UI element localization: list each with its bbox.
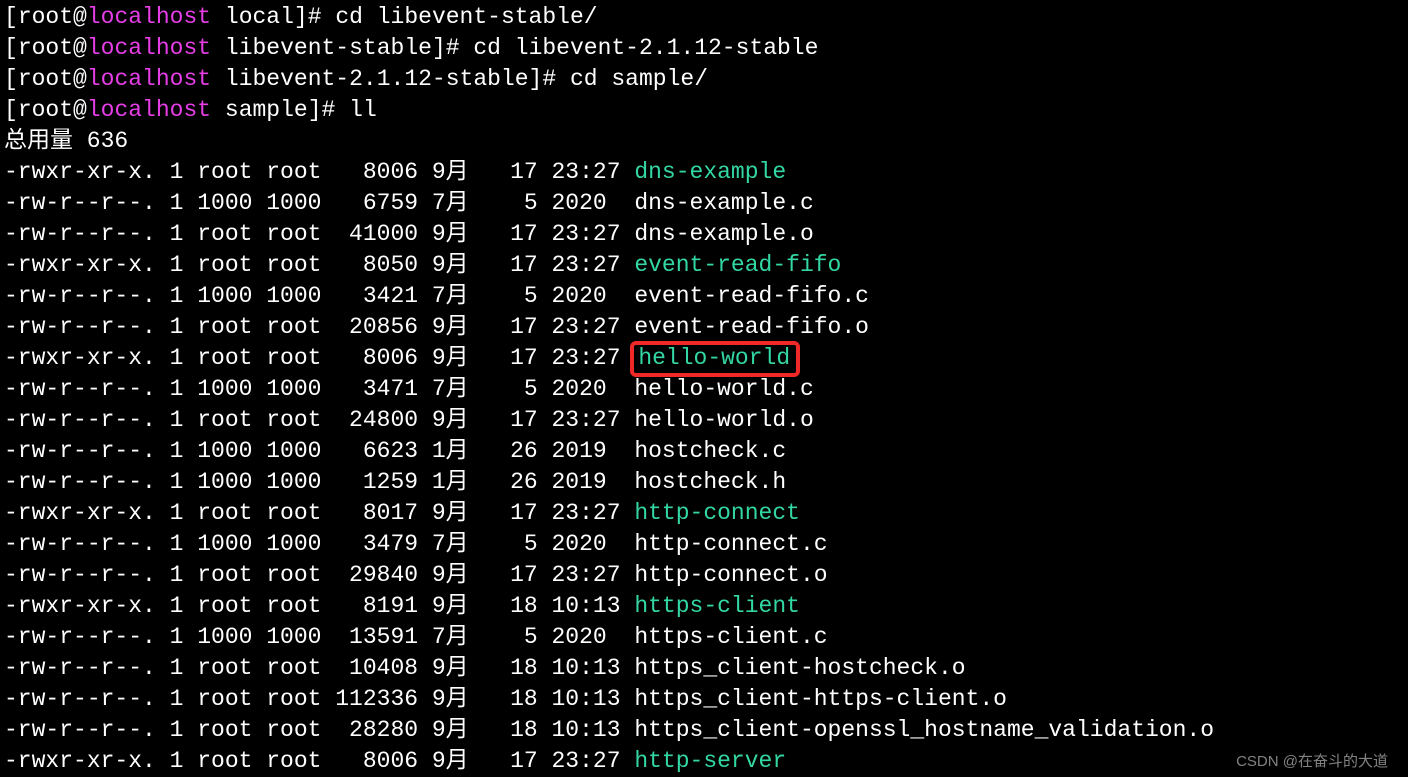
ls-row: -rw-r--r--. 1 root root 29840 9月 17 23:2…	[4, 562, 828, 588]
prompt-host: localhost	[87, 4, 211, 30]
file-name: https_client-hostcheck.o	[634, 655, 965, 681]
ls-row: -rwxr-xr-x. 1 root root 8006 9月 17 23:27…	[4, 345, 800, 371]
file-name: hostcheck.h	[634, 469, 786, 495]
file-name: https_client-https-client.o	[634, 686, 1007, 712]
command-text[interactable]: cd libevent-stable/	[335, 4, 597, 30]
prompt-dir: libevent-2.1.12-stable	[225, 66, 529, 92]
prompt-user: root	[18, 4, 73, 30]
file-name: http-connect.c	[634, 531, 827, 557]
ls-row: -rw-r--r--. 1 root root 41000 9月 17 23:2…	[4, 221, 814, 247]
ls-row: -rw-r--r--. 1 root root 20856 9月 17 23:2…	[4, 314, 869, 340]
file-name: http-connect.o	[634, 562, 827, 588]
ls-row: -rwxr-xr-x. 1 root root 8191 9月 18 10:13…	[4, 593, 800, 619]
ls-row: -rw-r--r--. 1 1000 1000 13591 7月 5 2020 …	[4, 624, 828, 650]
file-name: dns-example.c	[634, 190, 813, 216]
prompt-hash: #	[322, 97, 350, 123]
file-name-exe: dns-example	[634, 159, 786, 185]
prompt-hash: #	[308, 4, 336, 30]
prompt-line: [root@localhost libevent-stable]# cd lib…	[4, 35, 818, 61]
ls-row: -rwxr-xr-x. 1 root root 8017 9月 17 23:27…	[4, 500, 800, 526]
ls-row: -rw-r--r--. 1 root root 112336 9月 18 10:…	[4, 686, 1007, 712]
file-name-exe: http-server	[634, 748, 786, 774]
ls-row: -rw-r--r--. 1 1000 1000 1259 1月 26 2019 …	[4, 469, 786, 495]
file-name-exe: hello-world	[638, 345, 790, 371]
prompt-dir: local	[225, 4, 294, 30]
command-text[interactable]: cd sample/	[570, 66, 708, 92]
ls-row: -rw-r--r--. 1 root root 24800 9月 17 23:2…	[4, 407, 814, 433]
ls-row: -rw-r--r--. 1 1000 1000 6759 7月 5 2020 d…	[4, 190, 814, 216]
file-name: event-read-fifo.o	[634, 314, 869, 340]
ls-row: -rw-r--r--. 1 root root 28280 9月 18 10:1…	[4, 717, 1214, 743]
command-text[interactable]: cd libevent-2.1.12-stable	[473, 35, 818, 61]
ls-row: -rw-r--r--. 1 1000 1000 3471 7月 5 2020 h…	[4, 376, 814, 402]
ls-row: -rwxr-xr-x. 1 root root 8050 9月 17 23:27…	[4, 252, 841, 278]
prompt-host: localhost	[87, 66, 211, 92]
file-name: hostcheck.c	[634, 438, 786, 464]
ls-row: -rwxr-xr-x. 1 root root 8006 9月 17 23:27…	[4, 748, 786, 774]
prompt-hash: #	[542, 66, 570, 92]
prompt-user: root	[18, 35, 73, 61]
prompt-hash: #	[446, 35, 474, 61]
ls-row: -rw-r--r--. 1 1000 1000 3479 7月 5 2020 h…	[4, 531, 828, 557]
watermark: CSDN @在奋斗的大道	[1236, 753, 1388, 771]
file-name: hello-world.o	[634, 407, 813, 433]
file-name-exe: http-connect	[634, 500, 800, 526]
prompt-user: root	[18, 97, 73, 123]
file-name: https_client-openssl_hostname_validation…	[634, 717, 1214, 743]
prompt-host: localhost	[87, 97, 211, 123]
prompt-dir: sample	[225, 97, 308, 123]
ls-row: -rwxr-xr-x. 1 root root 8006 9月 17 23:27…	[4, 159, 786, 185]
highlight-box: hello-world	[630, 341, 800, 377]
prompt-host: localhost	[87, 35, 211, 61]
prompt-user: root	[18, 66, 73, 92]
file-name-exe: https-client	[634, 593, 800, 619]
command-text[interactable]: ll	[349, 97, 377, 123]
file-name: dns-example.o	[634, 221, 813, 247]
terminal-output: [root@localhost local]# cd libevent-stab…	[0, 0, 1408, 777]
ls-row: -rw-r--r--. 1 1000 1000 6623 1月 26 2019 …	[4, 438, 786, 464]
file-name: https-client.c	[634, 624, 827, 650]
prompt-line: [root@localhost libevent-2.1.12-stable]#…	[4, 66, 708, 92]
file-name: event-read-fifo.c	[634, 283, 869, 309]
total-line: 总用量 636	[4, 128, 128, 154]
prompt-line: [root@localhost sample]# ll	[4, 97, 377, 123]
file-name: hello-world.c	[634, 376, 813, 402]
ls-row: -rw-r--r--. 1 root root 10408 9月 18 10:1…	[4, 655, 966, 681]
prompt-line: [root@localhost local]# cd libevent-stab…	[4, 4, 598, 30]
prompt-dir: libevent-stable	[225, 35, 432, 61]
file-name-exe: event-read-fifo	[634, 252, 841, 278]
ls-row: -rw-r--r--. 1 1000 1000 3421 7月 5 2020 e…	[4, 283, 869, 309]
